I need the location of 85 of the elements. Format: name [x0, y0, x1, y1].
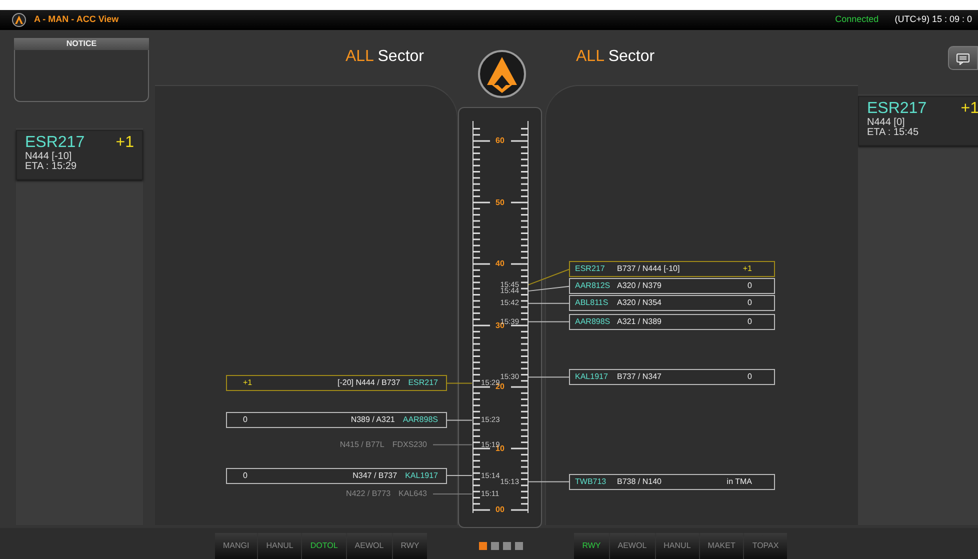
chat-icon [956, 52, 970, 65]
callsign-text: AAR898S [575, 316, 612, 328]
leader-line [446, 475, 472, 476]
message-button[interactable] [948, 46, 978, 70]
callsign-text: ESR217 [575, 263, 606, 276]
scale-label: 40 [494, 260, 506, 268]
count-text: +1 [960, 100, 978, 118]
sector-tab[interactable]: HANUL [258, 533, 302, 559]
callsign-text: KAL1917 [405, 470, 438, 482]
sector-tab[interactable]: DOTOL [302, 533, 347, 559]
callsign-text: TWB713 [575, 476, 608, 488]
flight-strip[interactable]: ESR217 B737 / N444 [-10] +1 [569, 261, 775, 278]
sector-title: ALL Sector [345, 48, 424, 67]
leader-line [528, 376, 570, 378]
route-text: A320 / N379 [617, 280, 662, 292]
route-text: B738 / N140 [617, 476, 662, 488]
callsign-text: ESR217 [25, 134, 85, 152]
logo-icon [12, 13, 26, 27]
page-indicator[interactable] [479, 542, 488, 550]
page-indicator[interactable] [503, 542, 512, 550]
sector-title: ALL Sector [576, 48, 655, 65]
count-text: +1 [116, 134, 134, 152]
count-text: in TMA [726, 476, 752, 488]
route-text: [-20] N444 / B737 [337, 377, 400, 390]
leader-line [528, 321, 570, 322]
eta-text: ETA : 15:45 [867, 128, 920, 138]
callsign-text: AAR812S [575, 280, 612, 292]
callsign-text: FDXS230 [392, 438, 427, 451]
sector-tab[interactable]: RWY [574, 533, 610, 559]
leader-line [446, 420, 472, 421]
flight-strip[interactable]: 0 N389 / A321 AAR898S [226, 412, 447, 428]
route-text: A321 / N389 [617, 316, 662, 328]
flight-strip[interactable]: AAR812S A320 / N379 0 [569, 278, 775, 294]
count-text: 0 [748, 280, 752, 292]
callsign-text: ESR217 [408, 377, 438, 390]
count-text: 0 [748, 316, 752, 328]
route-text: N422 / B773 [346, 488, 391, 500]
leader-line [432, 444, 472, 446]
route-text: N444 [0] [867, 118, 906, 128]
eta-text: ETA : 15:29 [25, 162, 78, 172]
flight-strip[interactable]: KAL1917 B737 / N347 0 [569, 369, 775, 386]
count-text: 0 [748, 371, 752, 384]
leader-line [446, 382, 472, 384]
connection-status: Connected [835, 13, 879, 26]
route-text: N347 / B737 [352, 470, 398, 482]
scale-label: 00 [494, 506, 506, 514]
callsign-text: AAR898S [402, 414, 438, 426]
sector-tab[interactable]: AEWOL [610, 533, 656, 559]
route-text: B737 / N444 [-10] [617, 263, 680, 276]
flight-strip[interactable]: +1 [-20] N444 / B737 ESR217 [226, 375, 447, 392]
flight-strip[interactable]: TWB713 B738 / N140 in TMA [569, 474, 775, 490]
window-title: A - MAN - ACC View [34, 13, 119, 26]
callsign-text: ESR217 [867, 100, 927, 118]
leader-line [528, 481, 570, 482]
sector-tab[interactable]: AEWOL [346, 533, 393, 559]
route-text: A320 / N354 [617, 297, 662, 310]
sector-tab[interactable]: HANUL [656, 533, 700, 559]
route-text: N415 / B77L [340, 438, 384, 451]
sector-tab[interactable]: TOPAX [744, 533, 787, 559]
leader-line [528, 302, 570, 304]
scale-label: 60 [494, 137, 506, 145]
clock-text: (UTC+9) 15 : 09 : 0 [894, 13, 972, 26]
flight-strip[interactable]: ABL811S A320 / N354 0 [569, 295, 775, 312]
count-text: +1 [742, 263, 752, 276]
page-indicator[interactable] [515, 542, 524, 550]
page-indicator[interactable] [491, 542, 500, 550]
count-text: 0 [243, 470, 248, 482]
count-text: 0 [243, 414, 248, 426]
route-text: N444 [-10] [25, 152, 73, 162]
route-text: N389 / A321 [350, 414, 395, 426]
callsign-text: ABL811S [575, 297, 610, 310]
sector-tab[interactable]: MANGI [215, 533, 258, 559]
route-text: B737 / N347 [617, 371, 662, 384]
notice-label: NOTICE [14, 38, 149, 50]
scale-label: 50 [494, 198, 506, 206]
count-text: +1 [243, 377, 252, 390]
logo-icon [476, 49, 526, 99]
scale-label: 20 [496, 383, 506, 391]
sector-tab[interactable]: RWY [392, 533, 428, 559]
count-text: 0 [748, 297, 752, 310]
sector-tab[interactable]: MAKET [700, 533, 744, 559]
flight-strip[interactable]: 0 N347 / B737 KAL1917 [226, 468, 447, 484]
flight-strip[interactable]: AAR898S A321 / N389 0 [569, 314, 775, 330]
callsign-text: KAL1917 [575, 371, 609, 384]
callsign-text: KAL643 [398, 488, 427, 500]
